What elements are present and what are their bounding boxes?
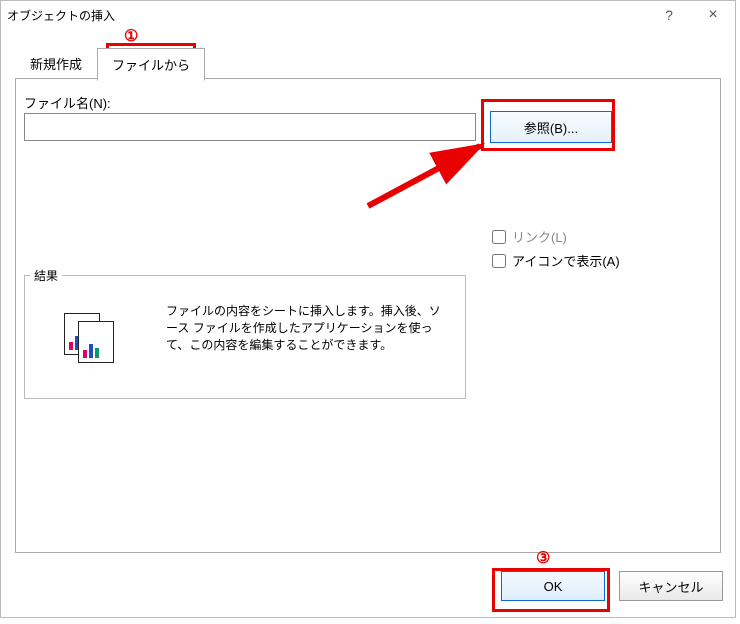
- annotation-number-1: ①: [124, 26, 138, 46]
- result-legend: 結果: [30, 267, 62, 284]
- annotation-arrow-icon: [362, 136, 492, 216]
- result-description: ファイルの内容をシートに挿入します。挿入後、ソース ファイルを作成したアプリケー…: [166, 303, 446, 353]
- annotation-highlight-browse: [481, 99, 615, 151]
- close-button[interactable]: ×: [691, 1, 735, 29]
- tab-from-file[interactable]: ファイルから: [97, 48, 205, 81]
- display-as-icon-checkbox-row[interactable]: アイコンで表示(A): [492, 251, 620, 270]
- result-icon: [60, 313, 116, 362]
- annotation-number-3: ③: [536, 548, 550, 568]
- cancel-button[interactable]: キャンセル: [619, 571, 723, 601]
- display-as-icon-checkbox[interactable]: [492, 254, 506, 268]
- tab-strip: 新規作成 ファイルから: [15, 47, 205, 81]
- link-checkbox-label: リンク(L): [512, 227, 567, 246]
- help-button[interactable]: ?: [647, 1, 691, 29]
- link-checkbox[interactable]: [492, 230, 506, 244]
- display-as-icon-label: アイコンで表示(A): [512, 251, 620, 270]
- tab-create-new[interactable]: 新規作成: [15, 47, 97, 80]
- file-name-label: ファイル名(N):: [24, 93, 111, 112]
- insert-object-dialog: オブジェクトの挿入 ? × 新規作成 ファイルから ファイル名(N): 参照(B…: [0, 0, 736, 618]
- cancel-button-label: キャンセル: [638, 577, 703, 596]
- link-checkbox-row[interactable]: リンク(L): [492, 227, 567, 246]
- annotation-highlight-ok: [492, 568, 610, 612]
- dialog-title: オブジェクトの挿入: [1, 1, 647, 24]
- title-bar: オブジェクトの挿入 ? ×: [1, 1, 735, 29]
